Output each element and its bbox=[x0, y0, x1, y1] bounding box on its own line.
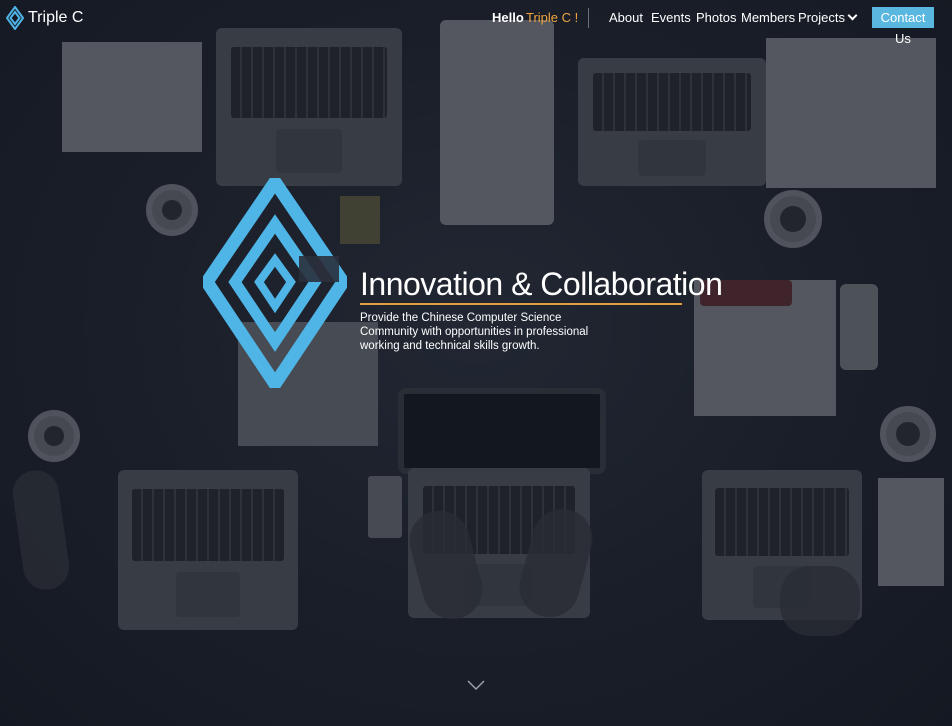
chevron-down-icon bbox=[847, 10, 858, 21]
nav-about[interactable]: About bbox=[609, 10, 643, 25]
hero-title: Innovation & Collaboration bbox=[360, 266, 723, 302]
greeting-name: Triple C ! bbox=[526, 10, 579, 25]
contact-us-button[interactable]: Contact Us bbox=[872, 7, 934, 46]
diamond-c-logo-icon bbox=[6, 6, 24, 30]
nav-projects-dropdown[interactable]: Projects bbox=[798, 10, 858, 25]
top-navbar: Triple C Hello Triple C ! About Events P… bbox=[0, 0, 952, 46]
nav-divider bbox=[588, 8, 589, 28]
brand-name: Triple C bbox=[28, 9, 84, 26]
nav-photos[interactable]: Photos bbox=[696, 10, 736, 25]
nav-projects-label: Projects bbox=[798, 10, 845, 25]
nav-members[interactable]: Members bbox=[741, 10, 795, 25]
brand-link[interactable]: Triple C bbox=[6, 5, 83, 31]
hero-background-image bbox=[0, 0, 952, 726]
triple-c-logo-icon bbox=[203, 178, 347, 388]
scroll-down-chevron-icon[interactable] bbox=[466, 678, 486, 692]
hero-underline bbox=[360, 303, 682, 305]
hero-description: Provide the Chinese Computer Science Com… bbox=[360, 312, 589, 352]
greeting-text: Hello bbox=[492, 10, 524, 25]
nav-events[interactable]: Events bbox=[651, 10, 691, 25]
